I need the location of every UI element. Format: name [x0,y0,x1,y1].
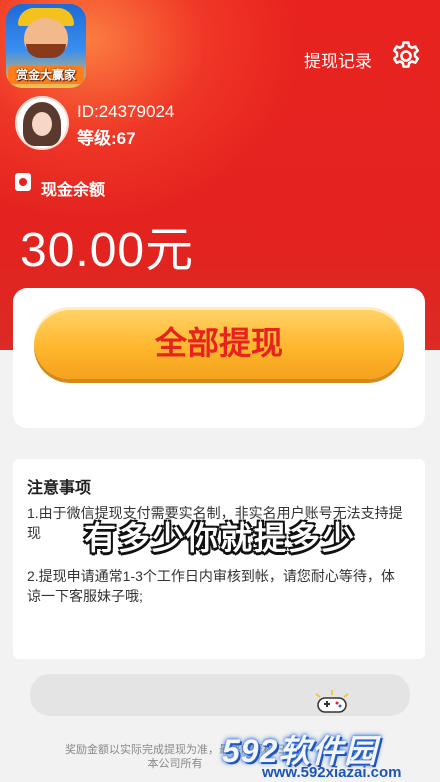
balance-amount: 30.00元 [20,224,195,277]
app-logo: 赏金大赢家 [6,4,86,88]
app-logo-text: 赏金大赢家 [8,65,84,84]
watermark-url: www.592xiazai.com [262,764,402,781]
blurred-banner [30,674,410,716]
video-caption: 有多少你就提多少 [83,520,356,556]
notice-title: 注意事项 [27,480,92,497]
gear-icon[interactable] [389,39,423,73]
balance-label: 现金余额 [41,182,106,199]
withdraw-all-button[interactable]: 全部提现 [34,307,404,379]
avatar[interactable] [15,96,69,150]
game-controller-icon [315,690,349,713]
user-id: ID:24379024 [77,102,175,121]
user-level: 等级:67 [77,129,136,148]
site-watermark: 592软件园 www.592xiazai.com [222,726,438,782]
wallet-icon [15,173,31,191]
notice-item-2: 2.提现申请通常1-3个工作日内审核到帐，请您耐心等待，体谅一下客服妹子哦; [27,568,395,604]
withdraw-record-link[interactable]: 提现记录 [304,47,372,72]
avatar-face [32,112,52,136]
logo-beard [26,44,66,58]
